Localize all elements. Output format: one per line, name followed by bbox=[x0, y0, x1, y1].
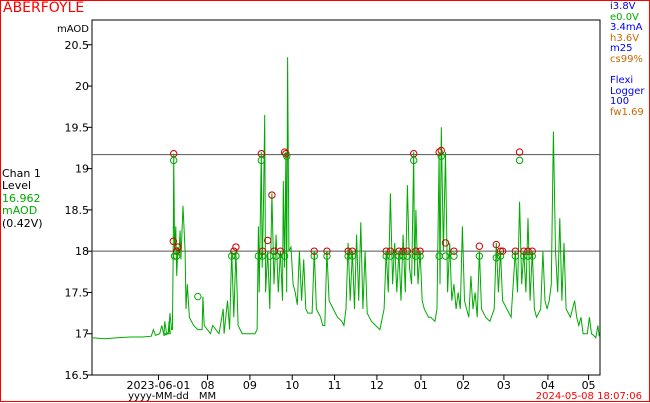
y-tick-label: 19.5 bbox=[65, 121, 90, 134]
y-tick-label: 18.5 bbox=[65, 204, 90, 217]
plot-area bbox=[92, 20, 600, 375]
y-tick-label: 18 bbox=[75, 245, 89, 258]
level-series-line bbox=[92, 57, 599, 339]
y-tick-label: 20 bbox=[75, 80, 89, 93]
y-tick-label: 16.5 bbox=[65, 369, 90, 382]
x-tick-label: 02 bbox=[456, 379, 470, 392]
site-title: ABERFOYLE bbox=[3, 0, 84, 16]
x-tick-label: 11 bbox=[328, 379, 342, 392]
channel-type: Level bbox=[2, 180, 43, 192]
stat-line: i3.8V bbox=[610, 2, 644, 13]
x-tick-label: 03 bbox=[497, 379, 511, 392]
stat-line: fw1.69 bbox=[610, 108, 644, 119]
x-tick-label: 01 bbox=[414, 379, 428, 392]
x-tick-label: 10 bbox=[285, 379, 299, 392]
x-format-label: MM bbox=[199, 391, 216, 402]
timestamp: 2024-05-08 18:07:06 bbox=[536, 391, 642, 403]
y-tick-label: 17.5 bbox=[65, 286, 90, 299]
level-chart: 16.51717.51818.51919.52020.5mAOD2023-06-… bbox=[0, 0, 650, 402]
channel-info: Chan 1 Level 16.962 mAOD (0.42V) bbox=[2, 168, 43, 230]
y-axis-label: mAOD bbox=[57, 24, 89, 35]
logger-stats-panel: i3.8Ve0.0V3.4mAh3.6Vm25cs99% FlexiLogger… bbox=[610, 2, 644, 119]
data-marker bbox=[195, 293, 201, 299]
y-tick-label: 17 bbox=[75, 328, 89, 341]
channel-unit: mAOD bbox=[2, 205, 43, 217]
data-marker bbox=[442, 253, 448, 259]
y-tick-label: 19 bbox=[75, 163, 89, 176]
x-format-label: yyyy-MM-dd bbox=[128, 391, 189, 402]
y-tick-label: 20.5 bbox=[65, 39, 90, 52]
x-tick-label: 12 bbox=[370, 379, 384, 392]
stat-line: cs99% bbox=[610, 55, 644, 66]
data-marker bbox=[516, 157, 522, 163]
x-tick-label: 09 bbox=[243, 379, 257, 392]
channel-voltage: (0.42V) bbox=[2, 218, 43, 230]
data-marker bbox=[476, 243, 482, 249]
data-marker bbox=[436, 253, 442, 259]
